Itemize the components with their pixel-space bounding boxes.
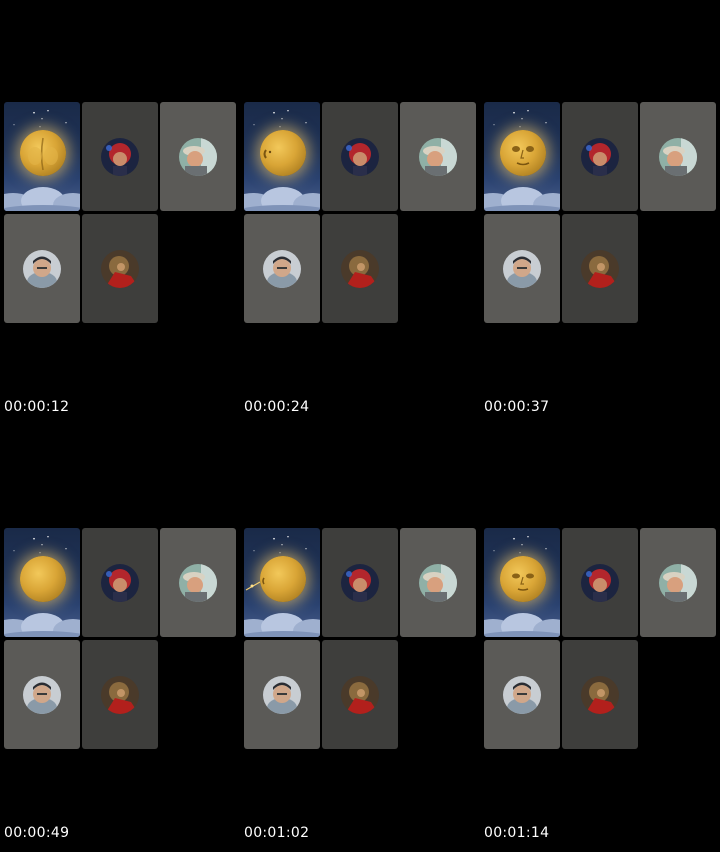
cap-man-avatar-icon [179,564,217,602]
moon-icon [20,556,66,602]
tile-participant-3[interactable] [640,102,716,211]
tile-moon[interactable] [484,102,560,211]
tile-participant-4[interactable] [244,214,320,323]
red-helmet-avatar-icon [101,564,139,602]
red-helmet-avatar-icon [581,564,619,602]
warrior-avatar-icon [341,676,379,714]
moon-back-icon [28,137,58,171]
warrior-avatar-icon [101,250,139,288]
frame-panel-6: 00:01:14 [480,426,720,852]
red-helmet-avatar-icon [581,138,619,176]
cap-man-avatar-icon [419,138,457,176]
tile-participant-2[interactable] [82,528,158,637]
frame-timestamp: 00:01:02 [244,825,310,841]
video-frame-grid: 00:00:12 00:00:24 00:00:37 00:00:49 00:0… [0,0,720,852]
warrior-avatar-icon [581,676,619,714]
clouds-icon [4,613,80,637]
tile-participant-3[interactable] [160,102,236,211]
hooded-man-avatar-icon [503,250,541,288]
tile-participant-3[interactable] [400,528,476,637]
frame-panel-3: 00:00:37 [480,0,720,426]
cap-man-avatar-icon [659,564,697,602]
frame-panel-2: 00:00:24 [240,0,480,426]
moon-icon [500,556,546,602]
frame-timestamp: 00:00:24 [244,399,310,415]
frame-timestamp: 00:00:37 [484,399,550,415]
tile-moon[interactable] [4,528,80,637]
tile-participant-4[interactable] [484,640,560,749]
tile-moon[interactable] [244,528,320,637]
clouds-icon [4,187,80,211]
tile-participant-4[interactable] [484,214,560,323]
warrior-avatar-icon [341,250,379,288]
red-helmet-avatar-icon [101,138,139,176]
tile-participant-5[interactable] [82,214,158,323]
clouds-icon [244,613,320,637]
tile-participant-5[interactable] [562,214,638,323]
tile-participant-5[interactable] [562,640,638,749]
warrior-avatar-icon [101,676,139,714]
tile-participant-2[interactable] [82,102,158,211]
clouds-icon [484,187,560,211]
tile-moon[interactable] [4,102,80,211]
cap-man-avatar-icon [659,138,697,176]
tile-participant-4[interactable] [4,640,80,749]
tile-participant-2[interactable] [322,528,398,637]
clouds-icon [484,613,560,637]
moon-face-icon [512,146,534,166]
frame-timestamp: 00:01:14 [484,825,550,841]
frame-panel-1: 00:00:12 [0,0,240,426]
hooded-man-avatar-icon [263,250,301,288]
frame-panel-4: 00:00:49 [0,426,240,852]
tile-participant-3[interactable] [160,528,236,637]
tile-moon[interactable] [244,102,320,211]
cap-man-avatar-icon [419,564,457,602]
tile-participant-5[interactable] [322,214,398,323]
tile-participant-3[interactable] [400,102,476,211]
moon-turning-icon [263,149,272,159]
frame-timestamp: 00:00:49 [4,825,70,841]
hooded-man-avatar-icon [23,676,61,714]
tile-participant-5[interactable] [322,640,398,749]
frame-timestamp: 00:00:12 [4,399,70,415]
moon-icon [500,130,546,176]
red-helmet-avatar-icon [341,138,379,176]
hooded-man-avatar-icon [263,676,301,714]
cap-man-avatar-icon [179,138,217,176]
tile-participant-2[interactable] [562,102,638,211]
moon-face-icon [512,573,534,591]
tile-participant-2[interactable] [562,528,638,637]
red-helmet-avatar-icon [341,564,379,602]
tile-participant-4[interactable] [244,640,320,749]
moon-icon [260,130,306,176]
moon-icon [20,130,66,176]
tile-participant-2[interactable] [322,102,398,211]
tile-participant-4[interactable] [4,214,80,323]
clouds-icon [244,187,320,211]
frame-panel-5: 00:01:02 [240,426,480,852]
tile-moon[interactable] [484,528,560,637]
hooded-man-avatar-icon [23,250,61,288]
warrior-avatar-icon [581,250,619,288]
hooded-man-avatar-icon [503,676,541,714]
tile-participant-5[interactable] [82,640,158,749]
tile-participant-3[interactable] [640,528,716,637]
